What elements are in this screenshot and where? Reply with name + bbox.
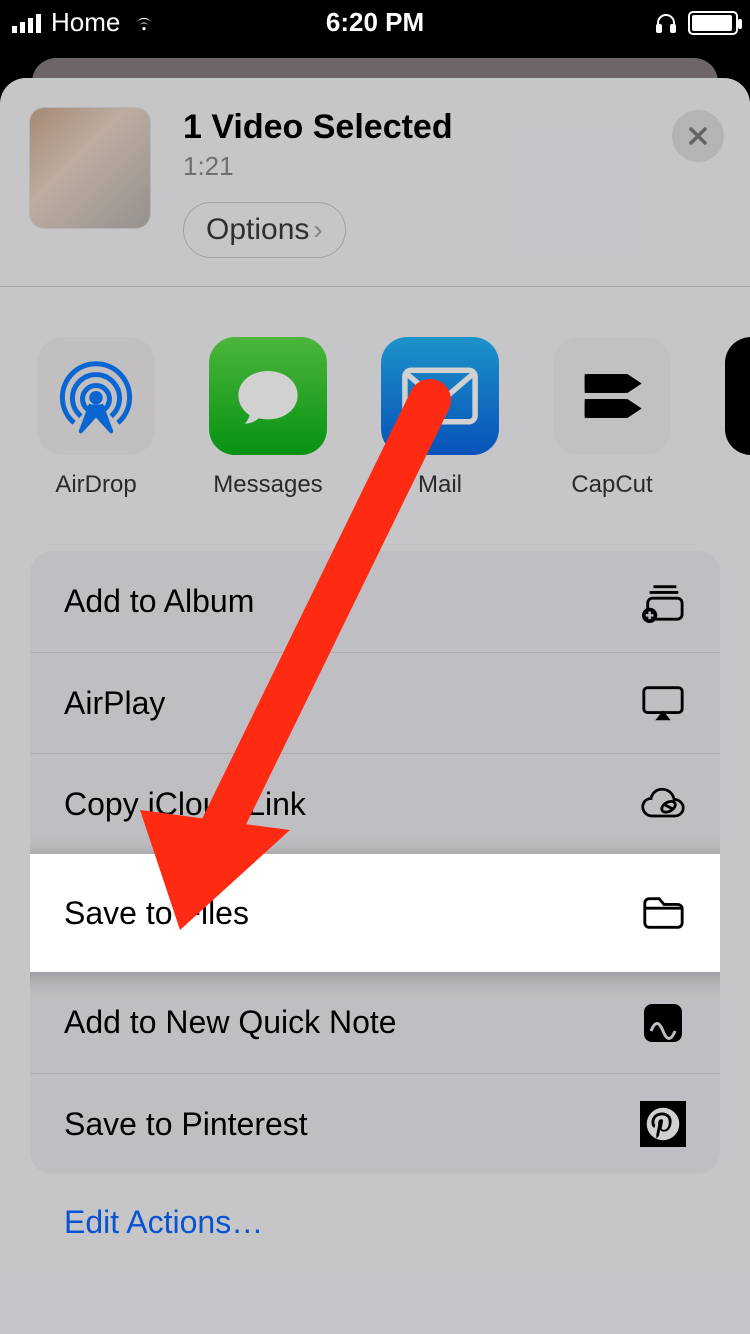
folder-icon [640,890,686,936]
action-label: Save to Files [64,895,249,932]
app-label: AirDrop [55,471,136,499]
action-add-to-quick-note[interactable]: Add to New Quick Note [30,972,720,1073]
video-thumbnail [30,108,150,228]
action-label: Add to Album [64,583,254,620]
app-capcut[interactable]: CapCut [550,337,674,499]
app-label: Messages [213,471,322,499]
pinterest-icon [640,1101,686,1147]
headphones-icon [654,11,678,35]
messages-icon [209,337,327,455]
action-save-to-pinterest[interactable]: Save to Pinterest [30,1073,720,1174]
share-apps-row[interactable]: AirDrop Messages Mail CapCut [0,287,750,535]
capcut-icon [553,337,671,455]
video-duration: 1:21 [183,151,722,182]
close-button[interactable] [672,110,724,162]
close-icon [686,124,710,148]
action-copy-icloud-link[interactable]: Copy iCloud Link [30,753,720,854]
action-airplay[interactable]: AirPlay [30,652,720,753]
action-label: Copy iCloud Link [64,786,306,823]
app-more[interactable] [722,337,750,499]
share-sheet: 1 Video Selected 1:21 Options › AirDrop [0,78,750,1334]
action-label: AirPlay [64,685,165,722]
action-label: Add to New Quick Note [64,1004,397,1041]
action-add-to-album[interactable]: Add to Album [30,551,720,652]
carrier-label: Home [51,7,120,38]
action-save-to-files[interactable]: Save to Files [30,854,720,972]
album-add-icon [640,579,686,625]
icloud-link-icon [640,781,686,827]
options-button[interactable]: Options › [183,202,346,258]
battery-icon [688,11,738,35]
clock: 6:20 PM [326,7,424,38]
app-label: Mail [418,471,462,499]
app-mail[interactable]: Mail [378,337,502,499]
status-bar: Home 6:20 PM [0,0,750,45]
app-airdrop[interactable]: AirDrop [34,337,158,499]
actions-list: Add to Album AirPlay Copy iCloud Link Sa… [30,551,720,1174]
share-title: 1 Video Selected [183,108,722,147]
app-label: CapCut [571,471,652,499]
airdrop-icon [37,337,155,455]
share-header: 1 Video Selected 1:21 Options › [0,78,750,286]
more-app-icon [725,337,750,455]
mail-icon [381,337,499,455]
edit-actions-link[interactable]: Edit Actions… [64,1204,750,1241]
options-label: Options [206,213,309,247]
app-messages[interactable]: Messages [206,337,330,499]
chevron-right-icon: › [313,214,322,246]
action-label: Save to Pinterest [64,1106,308,1143]
airplay-icon [640,680,686,726]
quick-note-icon [640,1000,686,1046]
cell-signal-icon [12,13,41,33]
wifi-icon [130,12,158,34]
